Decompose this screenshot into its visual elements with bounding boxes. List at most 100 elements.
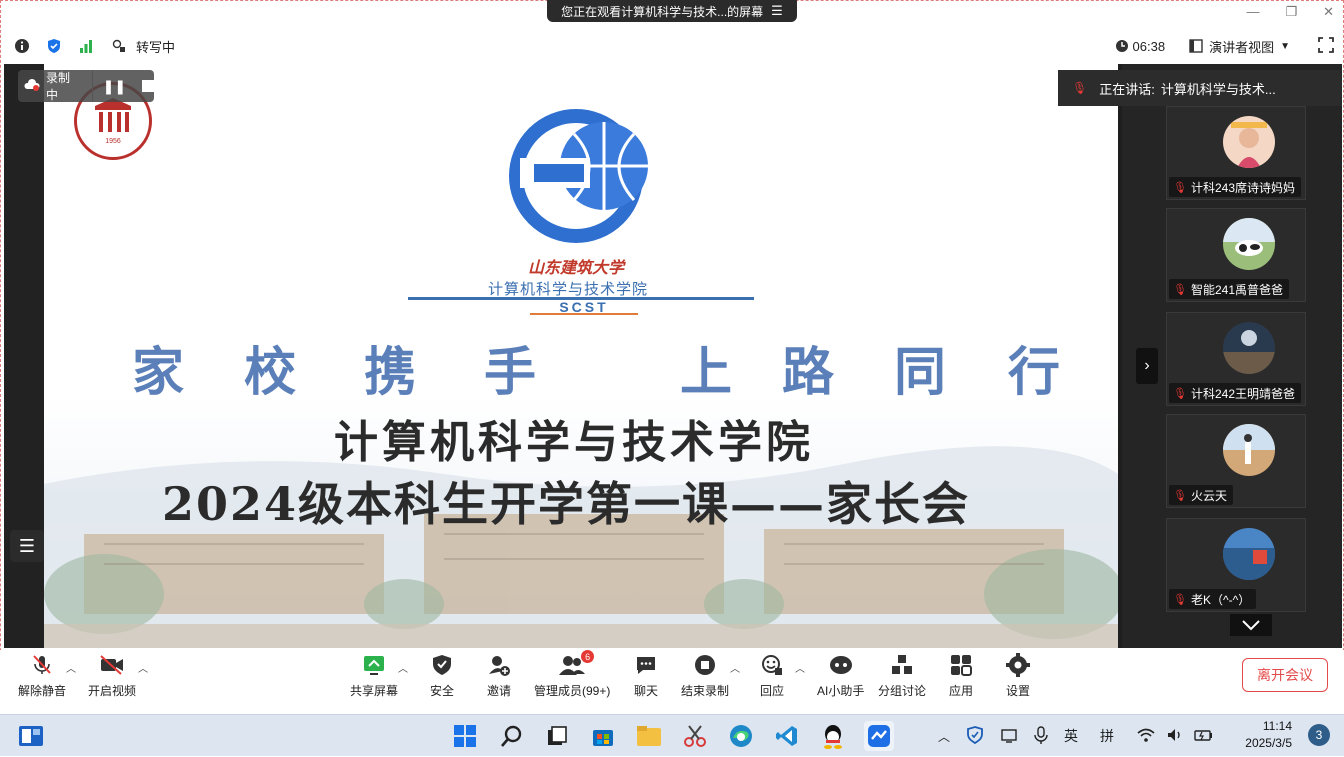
display-icon[interactable] — [1000, 727, 1018, 746]
chevron-down-icon[interactable]: ▼ — [1280, 41, 1290, 52]
restore-button[interactable]: ❐ — [1285, 4, 1297, 20]
leave-meeting-button[interactable]: 离开会议 — [1242, 658, 1328, 692]
signal-icon[interactable] — [78, 38, 94, 54]
reactions-button[interactable]: 回应 — [760, 652, 784, 699]
clock-icon — [1115, 39, 1129, 53]
chat-button[interactable]: 聊天 — [634, 652, 658, 699]
speaking-label: 正在讲话: — [1099, 81, 1155, 97]
start-video-button[interactable]: 开启视频 — [88, 652, 136, 699]
banner-text: 您正在观看计算机科学与技术...的屏幕 — [561, 4, 764, 19]
meeting-main-area: 1956 山东建筑大学 计算机科学与技术学院 SCST 家 校 携 手 上 路 … — [4, 64, 1342, 648]
apps-button[interactable]: 应用 — [949, 652, 973, 699]
edge-browser-icon[interactable] — [726, 721, 756, 751]
invite-button[interactable]: 邀请 — [487, 652, 511, 699]
participant-name: 🎙 老K（^-^） — [1169, 589, 1257, 609]
mic-muted-icon: 🎙 — [1173, 489, 1187, 502]
store-icon[interactable] — [588, 721, 618, 751]
mic-muted-icon — [33, 655, 51, 674]
participant-tile[interactable]: 🎙 火云天 — [1166, 414, 1306, 508]
chevron-up-icon[interactable]: ︿ — [938, 728, 950, 745]
shield-icon[interactable] — [46, 38, 62, 54]
slide-line2: 2024级本科生开学第一课——家长会 — [162, 477, 971, 531]
share-screen-icon — [364, 656, 384, 675]
ime-language[interactable]: 英 — [1064, 726, 1078, 746]
security-button[interactable]: 安全 — [430, 652, 454, 699]
qq-icon[interactable] — [818, 721, 848, 751]
apps-icon — [951, 655, 972, 676]
recording-indicator: 录制中 ❚❚ — [18, 70, 154, 102]
taskbar-clock[interactable]: 11:14 2025/3/5 — [1245, 718, 1292, 752]
chevron-up-icon[interactable]: ︿ — [66, 660, 76, 675]
stop-icon[interactable] — [142, 80, 154, 92]
chevron-up-icon[interactable]: ︿ — [398, 660, 408, 675]
motto-char: 携 — [364, 342, 417, 403]
snipping-tool-icon[interactable] — [680, 721, 710, 751]
meeting-timer: 06:38 — [1132, 38, 1166, 54]
participant-name: 🎙 智能241禹普爸爸 — [1169, 279, 1289, 299]
fullscreen-icon[interactable] — [1318, 36, 1334, 56]
notification-badge[interactable]: 3 — [1308, 724, 1330, 746]
ai-assistant-icon — [829, 656, 852, 674]
breakout-icon — [892, 655, 912, 674]
motto-char: 家 — [132, 342, 185, 403]
ai-assistant-button[interactable]: AI小助手 — [817, 652, 864, 699]
menu-icon[interactable]: ☰ — [771, 3, 783, 19]
search-icon[interactable] — [496, 721, 526, 751]
pause-icon[interactable]: ❚❚ — [103, 78, 126, 95]
avatar — [1223, 528, 1275, 580]
chevron-up-icon[interactable]: ︿ — [730, 660, 740, 675]
task-view-icon[interactable] — [542, 721, 572, 751]
breakout-rooms-button[interactable]: 分组讨论 — [878, 652, 926, 699]
chevron-up-icon[interactable]: ︿ — [138, 660, 148, 675]
gear-icon — [1006, 653, 1030, 677]
window-controls: — ❐ ✕ — [1246, 4, 1334, 20]
meeting-topbar: 转写中 06:38 演讲者视图 ▼ — [0, 30, 1344, 62]
close-button[interactable]: ✕ — [1323, 4, 1334, 20]
settings-button[interactable]: 设置 — [1006, 652, 1030, 699]
vscode-icon[interactable] — [772, 721, 802, 751]
college-logo — [509, 109, 648, 243]
transcribe-status[interactable]: 转写中 — [136, 37, 175, 56]
video-off-icon — [100, 655, 123, 675]
file-explorer-icon[interactable] — [634, 721, 664, 751]
volume-icon[interactable] — [1166, 727, 1184, 746]
wifi-icon[interactable] — [1136, 727, 1156, 746]
battery-icon[interactable] — [1194, 728, 1214, 745]
share-screen-button[interactable]: 共享屏幕 — [350, 652, 398, 699]
view-mode-selector[interactable]: 演讲者视图 — [1209, 37, 1274, 56]
list-toggle-button[interactable]: ☰ — [10, 530, 44, 562]
layout-icon[interactable] — [1189, 39, 1203, 53]
participant-name: 🎙 计科242王明靖爸爸 — [1169, 383, 1301, 403]
participant-name: 🎙 火云天 — [1169, 485, 1233, 505]
unmute-button[interactable]: 解除静音 — [18, 652, 66, 699]
participant-tile[interactable]: 🎙 计科243席诗诗妈妈 — [1166, 106, 1306, 200]
cloud-record-icon — [24, 78, 40, 95]
seal-year: 1956 — [105, 137, 121, 145]
security-tray-icon[interactable] — [966, 725, 984, 747]
tencent-meeting-icon[interactable] — [864, 721, 894, 751]
add-user-icon — [489, 656, 510, 676]
ime-mode[interactable]: 拼 — [1100, 726, 1114, 746]
windows-start-icon[interactable] — [450, 721, 480, 751]
participant-tile[interactable]: 🎙 计科242王明靖爸爸 — [1166, 312, 1306, 406]
participant-tile[interactable]: 🎙 智能241禹普爸爸 — [1166, 208, 1306, 302]
end-recording-button[interactable]: 结束录制 — [681, 652, 729, 699]
chevron-down-icon[interactable] — [1230, 614, 1272, 636]
transcribe-icon — [112, 39, 126, 53]
participant-tile[interactable]: 🎙 老K（^-^） — [1166, 518, 1306, 612]
chevron-up-icon[interactable]: ︿ — [795, 660, 805, 675]
participants-panel: › 🎙 计科243席诗诗妈妈 🎙 智能241禹普爸爸 🎙 计科242王明靖爸爸 🎙 火云… — [1122, 64, 1342, 648]
clock-time: 11:14 — [1262, 719, 1292, 733]
widgets-icon[interactable] — [16, 721, 46, 751]
chevron-right-icon[interactable]: › — [1136, 348, 1158, 384]
speaking-indicator: 🎙 正在讲话: 计算机科学与技术... — [1058, 70, 1342, 106]
avatar — [1223, 218, 1275, 270]
motto-char: 行 — [1008, 342, 1061, 403]
info-icon[interactable] — [14, 38, 30, 54]
manage-members-button[interactable]: 6 管理成员(99+) — [534, 650, 610, 699]
microphone-icon[interactable] — [1034, 725, 1048, 747]
minimize-button[interactable]: — — [1246, 4, 1259, 20]
college-abbr: SCST — [530, 299, 638, 315]
meeting-toolbar: 解除静音 ︿ 开启视频 ︿ 共享屏幕 ︿ 安全 邀请 6 管理成员(99+) 聊… — [0, 650, 1344, 714]
screen-share-banner[interactable]: 您正在观看计算机科学与技术...的屏幕 ☰ — [547, 0, 797, 22]
